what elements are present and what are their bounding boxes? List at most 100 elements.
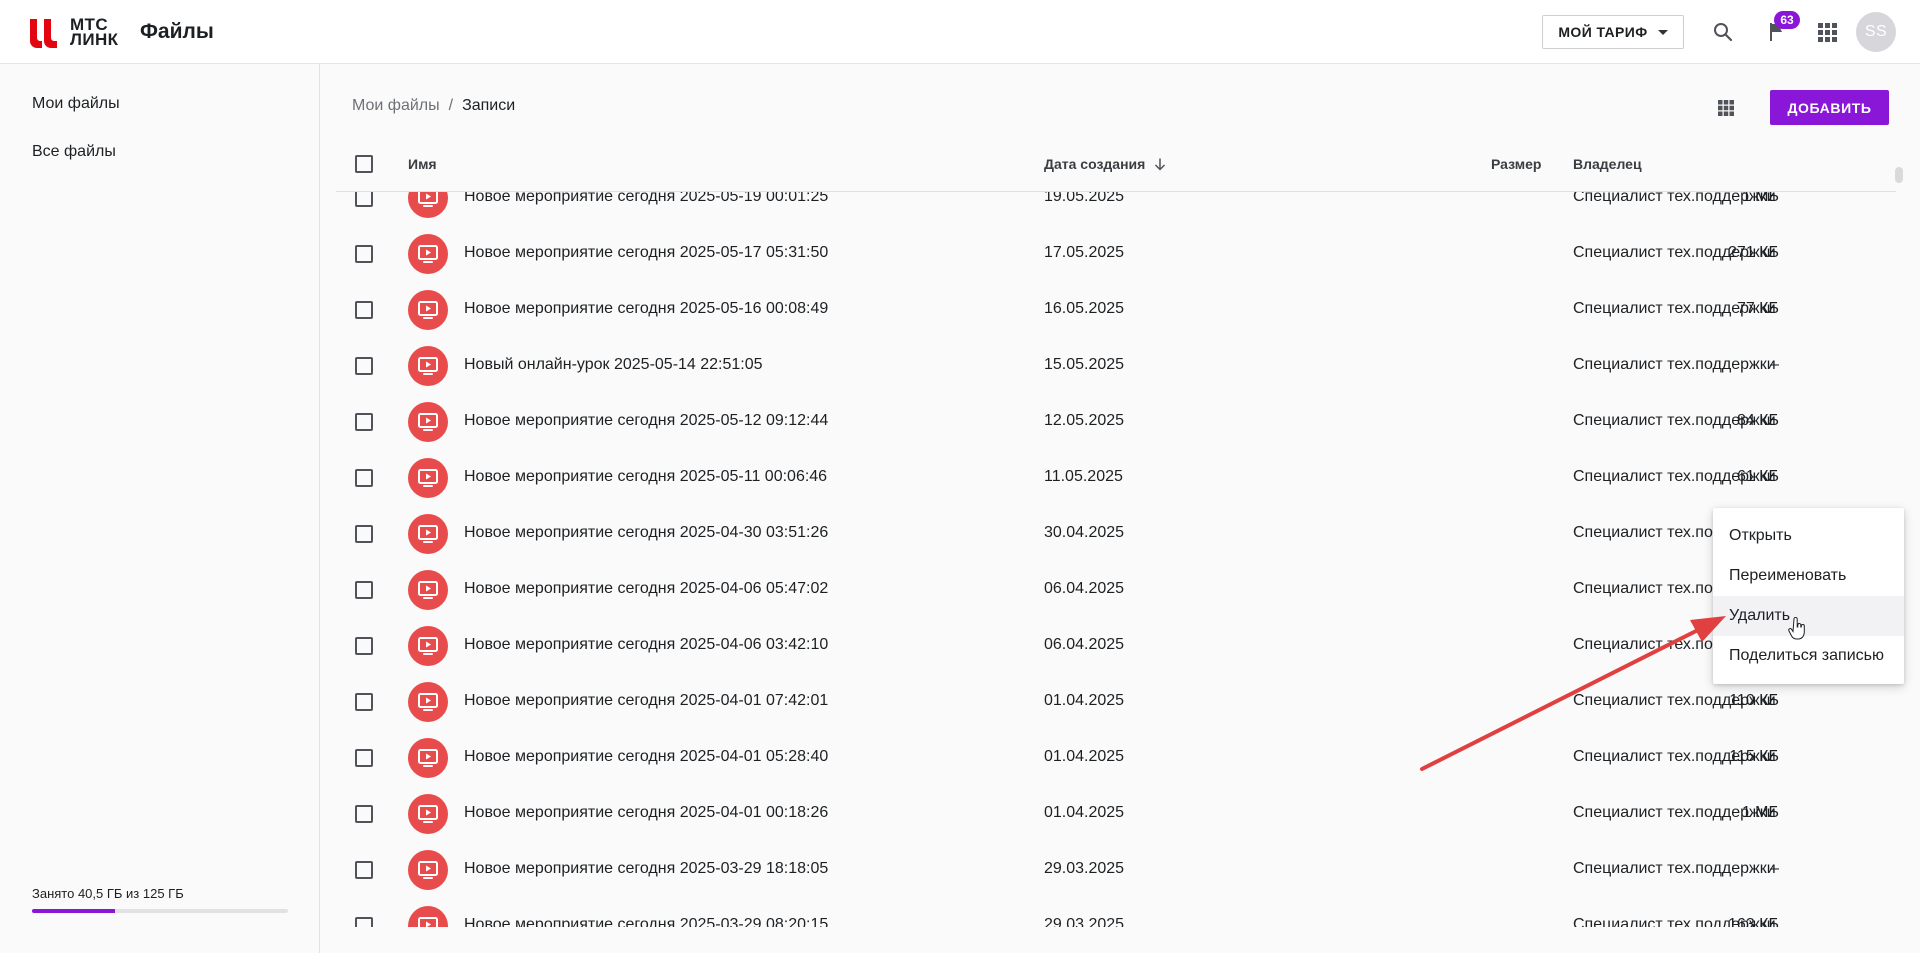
file-owner: Специалист тех.поддержки (1573, 468, 1776, 485)
breadcrumb-current: Записи (462, 97, 516, 114)
file-name[interactable]: Новое мероприятие сегодня 2025-05-11 00:… (464, 468, 827, 486)
file-name[interactable]: Новое мероприятие сегодня 2025-05-19 00:… (464, 192, 828, 206)
file-created-date: 29.03.2025 (1044, 860, 1125, 877)
apps-grid-icon[interactable] (1815, 20, 1839, 44)
row-checkbox[interactable] (355, 693, 373, 711)
sidebar-item-my-files[interactable]: Мои файлы (32, 95, 120, 113)
select-all-checkbox[interactable] (355, 155, 373, 173)
file-owner: Специалист тех.поддержки (1573, 804, 1776, 821)
file-owner: Специалист тех.поддержки (1573, 860, 1776, 877)
file-name[interactable]: Новое мероприятие сегодня 2025-05-12 09:… (464, 412, 828, 430)
row-checkbox[interactable] (355, 413, 373, 431)
column-header-size[interactable]: Размер (1491, 156, 1541, 172)
file-owner: Специалист тех.поддержки (1573, 748, 1776, 765)
row-checkbox[interactable] (355, 805, 373, 823)
video-recording-icon (408, 626, 448, 666)
file-name[interactable]: Новое мероприятие сегодня 2025-04-01 05:… (464, 748, 828, 766)
file-context-menu: Открыть Переименовать Удалить Поделиться… (1713, 508, 1904, 684)
video-recording-icon (408, 906, 448, 927)
file-name[interactable]: Новое мероприятие сегодня 2025-04-06 03:… (464, 636, 828, 654)
hand-cursor-icon (1788, 617, 1805, 640)
file-name[interactable]: Новое мероприятие сегодня 2025-03-29 18:… (464, 860, 828, 878)
sort-arrow-down-icon (1155, 158, 1166, 171)
file-name[interactable]: Новое мероприятие сегодня 2025-04-30 03:… (464, 524, 828, 542)
menu-item-share-recording[interactable]: Поделиться записью (1713, 636, 1904, 676)
row-checkbox[interactable] (355, 581, 373, 599)
file-owner: Специалист тех.поддержки (1573, 412, 1776, 429)
table-row[interactable]: Новое мероприятие сегодня 2025-04-01 00:… (336, 786, 1896, 842)
column-header-name[interactable]: Имя (408, 156, 437, 172)
grid-view-icon[interactable] (1714, 96, 1738, 120)
table-row[interactable]: Новое мероприятие сегодня 2025-05-19 00:… (336, 192, 1896, 226)
video-recording-icon (408, 458, 448, 498)
search-icon[interactable] (1711, 20, 1735, 44)
video-recording-icon (408, 570, 448, 610)
table-row[interactable]: Новое мероприятие сегодня 2025-04-06 05:… (336, 562, 1896, 618)
column-header-owner[interactable]: Владелец (1573, 156, 1642, 172)
video-recording-icon (408, 192, 448, 218)
table-row[interactable]: Новое мероприятие сегодня 2025-04-06 03:… (336, 618, 1896, 674)
file-name[interactable]: Новое мероприятие сегодня 2025-03-29 08:… (464, 916, 828, 927)
file-owner: Специалист тех.поддержки (1573, 244, 1776, 261)
table-scrollbar[interactable] (1895, 167, 1903, 183)
column-header-date-label: Дата создания (1044, 156, 1146, 172)
row-checkbox[interactable] (355, 917, 373, 927)
sidebar-item-all-files[interactable]: Все файлы (32, 143, 116, 161)
video-recording-icon (408, 682, 448, 722)
table-row[interactable]: Новое мероприятие сегодня 2025-04-01 07:… (336, 674, 1896, 730)
video-recording-icon (408, 794, 448, 834)
table-row[interactable]: Новое мероприятие сегодня 2025-05-11 00:… (336, 450, 1896, 506)
row-checkbox[interactable] (355, 637, 373, 655)
storage-usage-text: Занято 40,5 ГБ из 125 ГБ (32, 886, 184, 901)
row-checkbox[interactable] (355, 245, 373, 263)
my-tariff-dropdown[interactable]: МОЙ ТАРИФ (1542, 15, 1684, 49)
file-created-date: 06.04.2025 (1044, 636, 1125, 653)
file-created-date: 30.04.2025 (1044, 524, 1125, 541)
row-checkbox[interactable] (355, 861, 373, 879)
row-checkbox[interactable] (355, 301, 373, 319)
video-recording-icon (408, 514, 448, 554)
row-checkbox[interactable] (355, 525, 373, 543)
column-header-date[interactable]: Дата создания (1044, 156, 1167, 172)
row-checkbox[interactable] (355, 749, 373, 767)
file-name[interactable]: Новое мероприятие сегодня 2025-04-06 05:… (464, 580, 828, 598)
table-row[interactable]: Новое мероприятие сегодня 2025-05-16 00:… (336, 282, 1896, 338)
file-created-date: 19.05.2025 (1044, 192, 1125, 205)
breadcrumb: Мои файлы / Записи (352, 97, 515, 115)
file-name[interactable]: Новое мероприятие сегодня 2025-04-01 07:… (464, 692, 828, 710)
file-owner: Специалист тех.поддержки (1573, 356, 1776, 373)
breadcrumb-separator: / (448, 97, 454, 114)
file-name[interactable]: Новое мероприятие сегодня 2025-04-01 00:… (464, 804, 828, 822)
file-owner: Специалист тех.поддержки (1573, 300, 1776, 317)
file-created-date: 29.03.2025 (1044, 916, 1125, 927)
file-created-date: 01.04.2025 (1044, 748, 1125, 765)
table-row[interactable]: Новое мероприятие сегодня 2025-03-29 18:… (336, 842, 1896, 898)
top-bar: МТС ЛИНК Файлы МОЙ ТАРИФ 63 SS (0, 0, 1920, 64)
row-checkbox[interactable] (355, 469, 373, 487)
file-name[interactable]: Новое мероприятие сегодня 2025-05-17 05:… (464, 244, 828, 262)
table-row[interactable]: Новое мероприятие сегодня 2025-04-01 05:… (336, 730, 1896, 786)
mts-link-logo[interactable]: МТС ЛИНК (28, 15, 118, 49)
table-row[interactable]: Новое мероприятие сегодня 2025-04-30 03:… (336, 506, 1896, 562)
user-avatar[interactable]: SS (1856, 12, 1896, 52)
file-owner: Специалист тех.поддержки (1573, 192, 1776, 205)
table-row[interactable]: Новое мероприятие сегодня 2025-03-29 08:… (336, 898, 1896, 927)
storage-usage-fill (32, 909, 115, 913)
row-checkbox[interactable] (355, 357, 373, 375)
table-row[interactable]: Новое мероприятие сегодня 2025-05-12 09:… (336, 394, 1896, 450)
menu-item-rename[interactable]: Переименовать (1713, 556, 1904, 596)
logo-line-2: ЛИНК (70, 30, 119, 49)
menu-item-delete[interactable]: Удалить (1713, 596, 1904, 636)
table-row[interactable]: Новое мероприятие сегодня 2025-05-17 05:… (336, 226, 1896, 282)
file-owner: Специалист тех.по (1573, 524, 1713, 541)
file-name[interactable]: Новый онлайн-урок 2025-05-14 22:51:05 (464, 356, 763, 374)
row-checkbox[interactable] (355, 192, 373, 207)
breadcrumb-root[interactable]: Мои файлы (352, 97, 440, 115)
file-created-date: 12.05.2025 (1044, 412, 1125, 429)
file-owner: Специалист тех.поддержки (1573, 916, 1776, 927)
file-created-date: 16.05.2025 (1044, 300, 1125, 317)
table-row[interactable]: Новый онлайн-урок 2025-05-14 22:51:05 15.… (336, 338, 1896, 394)
add-button[interactable]: ДОБАВИТЬ (1770, 90, 1889, 125)
menu-item-open[interactable]: Открыть (1713, 516, 1904, 556)
file-name[interactable]: Новое мероприятие сегодня 2025-05-16 00:… (464, 300, 828, 318)
